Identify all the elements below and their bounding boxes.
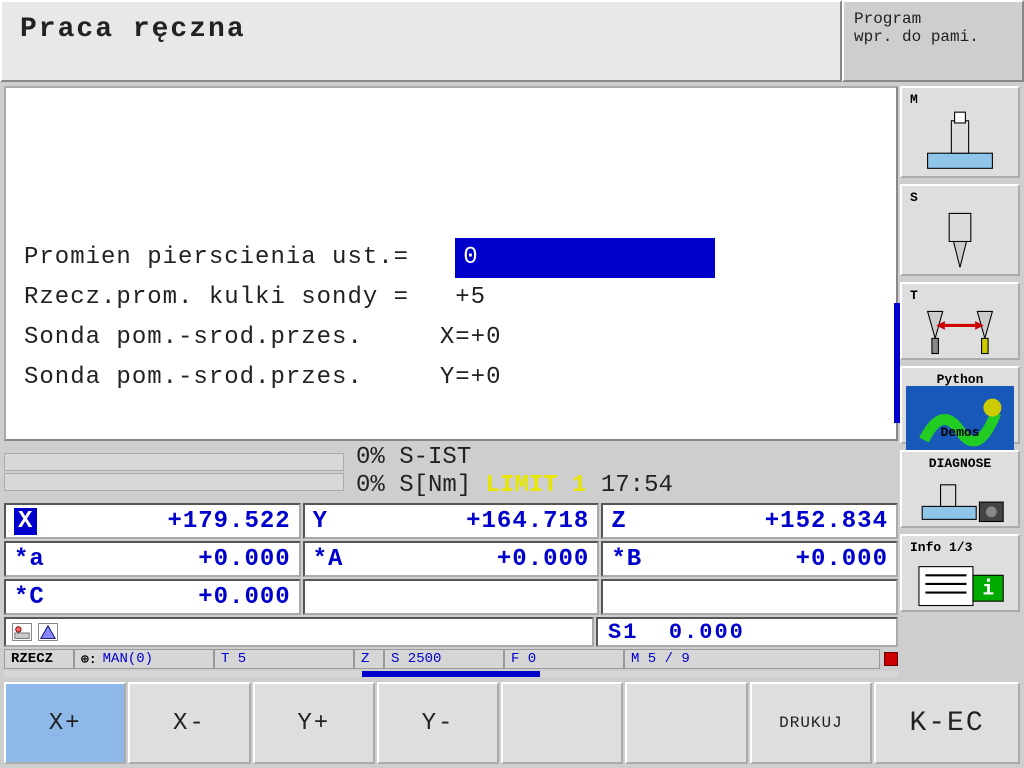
s-ist-pct: 0% (356, 444, 385, 471)
param-value: Y=+0 (440, 364, 502, 391)
spindle-display: S1 0.000 (596, 617, 898, 647)
vbtn-s[interactable]: S (900, 184, 1020, 276)
vbtn-m[interactable]: M (900, 86, 1020, 178)
progress-track (4, 671, 898, 677)
spindle-label: S1 (608, 620, 638, 645)
vbtn-s-label: S (910, 190, 918, 205)
axis-label-A: *A (313, 546, 361, 573)
vbtn-python-label1: Python (902, 372, 1018, 387)
axis-label-B: *B (611, 546, 659, 573)
softkey-y-plus[interactable]: Y+ (253, 682, 375, 764)
info-page-icon: i (906, 558, 1014, 606)
vbtn-t[interactable]: T (900, 282, 1020, 360)
param-value: +5 (455, 284, 486, 311)
softkey-empty2[interactable] (625, 682, 747, 764)
param-row: Promien pierscienia ust.= 0 (24, 238, 878, 278)
axis-label-y: Y (313, 508, 361, 535)
param-value: X=+0 (440, 324, 502, 351)
mode-line1: Program (854, 10, 1012, 28)
param-label: Sonda pom.-srod.przes. (24, 364, 363, 391)
axis-label-C: *C (14, 584, 62, 611)
parameter-panel: Promien pierscienia ust.= 0 Rzecz.prom. … (4, 86, 898, 441)
coord-A: *A +0.000 (303, 541, 600, 577)
coord-C-val: +0.000 (62, 584, 291, 611)
coord-x: X +179.522 (4, 503, 301, 539)
softkey-kec[interactable]: K-EC (874, 682, 1020, 764)
coord-A-val: +0.000 (361, 546, 590, 573)
axis-label-x: X (14, 508, 37, 535)
vbtn-diagnose[interactable]: DIAGNOSE (900, 450, 1020, 528)
probe-icon (12, 623, 32, 641)
param-row: Sonda pom.-srod.przes. X=+0 (24, 318, 878, 358)
tool-icons (4, 617, 594, 647)
softkey-print[interactable]: DRUKUJ (750, 682, 872, 764)
vertical-softkeys: M S T Python (898, 82, 1024, 680)
datum-val: MAN(0) (103, 651, 153, 667)
softkey-x-plus[interactable]: X+ (4, 682, 126, 764)
info-datum: ⊕: MAN(0) (74, 649, 214, 669)
python-icon (906, 386, 1014, 424)
machine-icon (906, 110, 1014, 172)
record-indicator-icon (884, 652, 898, 666)
info-m: M 5 / 9 (624, 649, 880, 669)
status-lines: 0% S-IST 0% S[Nm] LIMIT 1 17:54 (344, 444, 898, 500)
coord-a: *a +0.000 (4, 541, 301, 577)
snm-label: S[Nm] (399, 472, 471, 499)
coord-a-val: +0.000 (62, 546, 291, 573)
param-row: Rzecz.prom. kulki sondy = +5 (24, 278, 878, 318)
load-bars (4, 451, 344, 493)
limit-indicator: LIMIT 1 (486, 472, 587, 499)
vbtn-m-label: M (910, 92, 918, 107)
plane-icon (38, 623, 58, 641)
coords-area: X +179.522 Y +164.718 Z +152.834 *a +0.0… (4, 503, 898, 647)
spindle-icon (906, 208, 1014, 270)
softkey-y-minus[interactable]: Y- (377, 682, 499, 764)
tool-change-icon (906, 306, 1014, 354)
vbtn-info-label: Info 1/3 (910, 540, 972, 555)
softkey-empty1[interactable] (501, 682, 623, 764)
progress-segment (362, 671, 541, 677)
svg-text:i: i (982, 577, 994, 600)
status-area: 0% S-IST 0% S[Nm] LIMIT 1 17:54 (4, 443, 898, 501)
vbtn-diag-label: DIAGNOSE (902, 456, 1018, 471)
param-value-input[interactable]: 0 (455, 238, 715, 278)
clock: 17:54 (601, 472, 673, 499)
s-ist-label: S-IST (399, 444, 471, 471)
datum-icon: ⊕: (81, 652, 97, 667)
info-s: S 2500 (384, 649, 504, 669)
coord-C: *C +0.000 (4, 579, 301, 615)
info-z: Z (354, 649, 384, 669)
coord-B-val: +0.000 (659, 546, 888, 573)
vbtn-python[interactable]: Python Demos (900, 366, 1020, 444)
param-row: Sonda pom.-srod.przes. Y=+0 (24, 358, 878, 398)
param-label: Sonda pom.-srod.przes. (24, 324, 363, 351)
softkey-x-minus[interactable]: X- (128, 682, 250, 764)
coord-empty2 (601, 579, 898, 615)
axis-label-z: Z (611, 508, 659, 535)
info-t: T 5 (214, 649, 354, 669)
snm-pct: 0% (356, 472, 385, 499)
coord-z: Z +152.834 (601, 503, 898, 539)
axis-label-a: *a (14, 546, 62, 573)
coord-y-val: +164.718 (361, 508, 590, 535)
coord-x-val: +179.522 (55, 508, 290, 535)
page-title: Praca ręczna (0, 0, 842, 82)
info-mode: RZECZ (4, 649, 74, 669)
coord-B: *B +0.000 (601, 541, 898, 577)
softkey-row: X+ X- Y+ Y- DRUKUJ K-EC (0, 680, 1024, 766)
info-strip: RZECZ ⊕: MAN(0) T 5 Z S 2500 F 0 M 5 / 9 (4, 649, 898, 669)
spindle-val: 0.000 (669, 620, 745, 645)
info-f: F 0 (504, 649, 624, 669)
vbtn-t-label: T (910, 288, 918, 303)
param-label: Promien pierscienia ust.= (24, 244, 409, 271)
mode-line2: wpr. do pami. (854, 28, 1012, 46)
coord-z-val: +152.834 (659, 508, 888, 535)
vbtn-info[interactable]: Info 1/3 i (900, 534, 1020, 612)
mode-display: Program wpr. do pami. (842, 0, 1024, 82)
coord-empty1 (303, 579, 600, 615)
diagnose-icon (906, 474, 1014, 522)
vbtn-python-label2: Demos (902, 425, 1018, 440)
coord-y: Y +164.718 (303, 503, 600, 539)
param-label: Rzecz.prom. kulki sondy = (24, 284, 409, 311)
